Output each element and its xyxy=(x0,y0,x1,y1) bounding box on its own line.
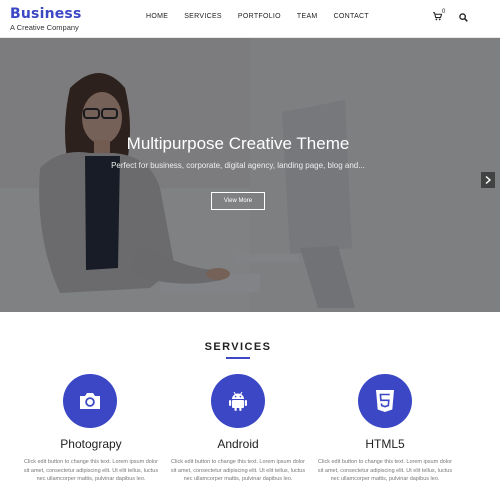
hero-slider: Multipurpose Creative Theme Perfect for … xyxy=(0,38,500,312)
brand-tagline: A Creative Company xyxy=(10,23,79,32)
services-heading-underline xyxy=(226,357,250,359)
site-header: Business A Creative Company HOME SERVICE… xyxy=(0,0,500,38)
service-text-photography: Click edit button to change this text. L… xyxy=(23,459,159,482)
camera-icon xyxy=(80,393,100,409)
nav-item-home[interactable]: HOME xyxy=(146,13,168,20)
nav-item-services[interactable]: SERVICES xyxy=(184,13,222,20)
service-text-html5: Click edit button to change this text. L… xyxy=(317,459,453,482)
service-icon-circle-android xyxy=(211,374,265,428)
slider-next-button[interactable] xyxy=(481,172,495,188)
cart-icon xyxy=(433,12,443,21)
service-title-android: Android xyxy=(217,437,259,451)
main-nav: HOME SERVICES PORTFOLIO TEAM CONTACT xyxy=(146,13,385,20)
cart-count: 0 xyxy=(442,9,446,15)
services-heading: SERVICES xyxy=(204,341,272,353)
nav-item-team[interactable]: TEAM xyxy=(297,13,318,20)
chevron-right-icon xyxy=(485,175,492,185)
search-icon[interactable] xyxy=(459,13,468,22)
nav-item-contact[interactable]: CONTACT xyxy=(334,13,369,20)
service-icon-circle-photography xyxy=(63,374,117,428)
nav-item-portfolio[interactable]: PORTFOLIO xyxy=(238,13,281,20)
service-title-photography: Photograpy xyxy=(60,437,122,451)
brand[interactable]: Business A Creative Company xyxy=(10,6,82,33)
hero-title: Multipurpose Creative Theme xyxy=(126,134,350,153)
service-title-html5: HTML5 xyxy=(365,437,405,451)
hero-overlay xyxy=(0,38,500,312)
html5-icon xyxy=(376,390,394,412)
service-text-android: Click edit button to change this text. L… xyxy=(170,459,306,482)
view-more-button[interactable]: View More xyxy=(211,192,265,210)
android-icon xyxy=(229,391,247,411)
brand-title[interactable]: Business xyxy=(10,6,82,22)
hero-subtitle: Perfect for business, corporate, digital… xyxy=(111,161,365,170)
cart-button[interactable]: 0 xyxy=(433,9,446,23)
service-icon-circle-html5 xyxy=(358,374,412,428)
